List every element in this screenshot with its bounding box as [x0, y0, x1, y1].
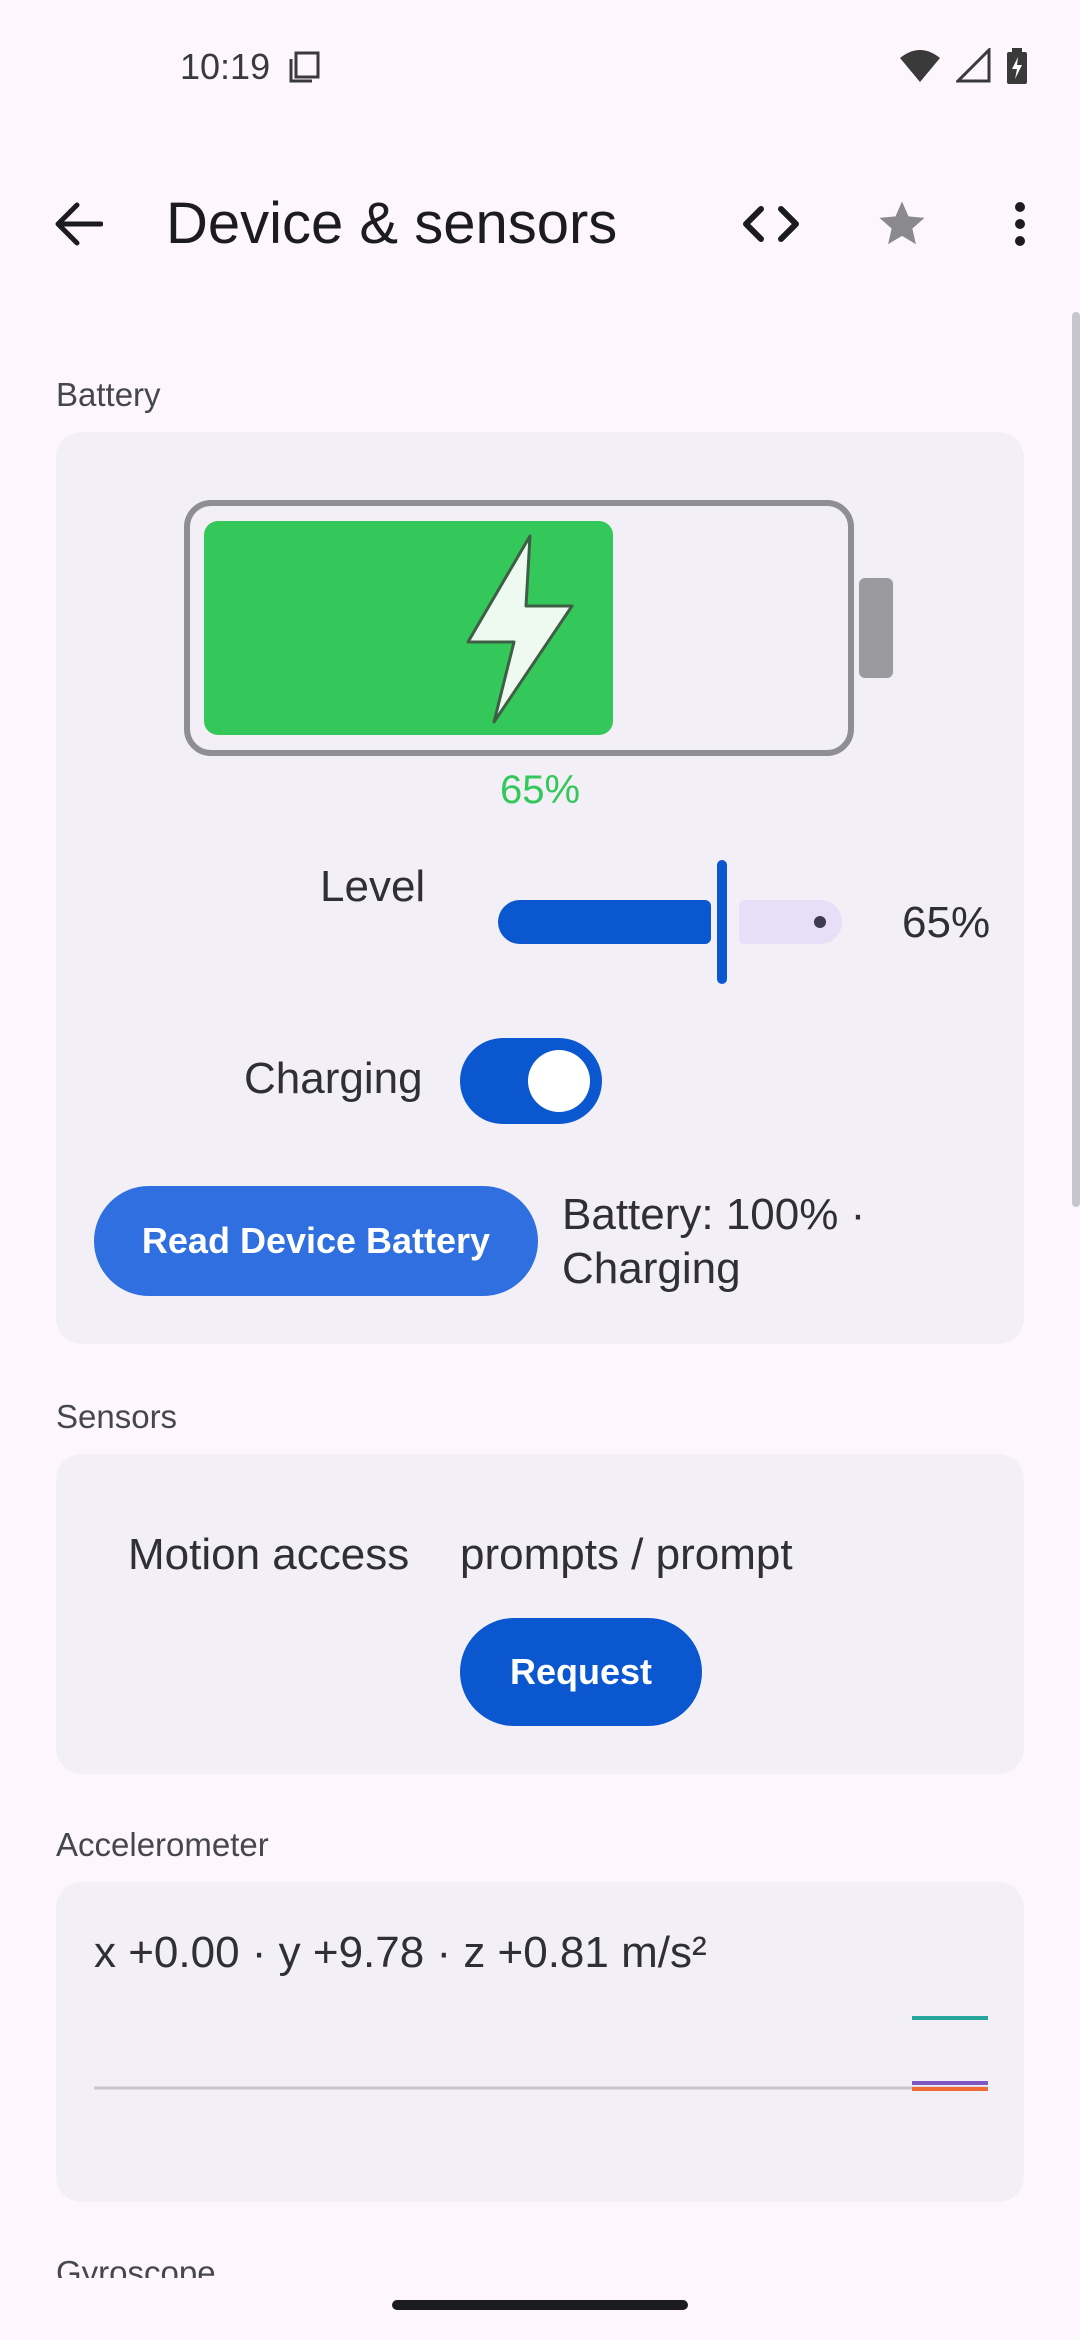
back-button[interactable] — [46, 196, 110, 252]
battery-charging-icon — [1007, 48, 1027, 84]
slider-thumb[interactable] — [717, 860, 727, 984]
favorite-button[interactable] — [870, 194, 934, 254]
arrow-back-icon — [55, 202, 103, 246]
battery-graphic-percent: 65% — [500, 768, 581, 812]
star-icon — [879, 201, 925, 245]
wifi-icon — [900, 50, 940, 82]
charging-label: Charging — [244, 1054, 423, 1103]
slider-active-track — [498, 900, 711, 944]
motion-access-label: Motion access — [128, 1530, 410, 1579]
battery-section-label: Battery — [56, 376, 161, 413]
sensors-card — [56, 1454, 1024, 1774]
status-icons — [898, 48, 1028, 84]
request-button[interactable]: Request — [460, 1618, 702, 1726]
toggle-knob — [528, 1050, 590, 1112]
gyroscope-section-clip: Gyroscope — [56, 2254, 456, 2278]
view-source-button[interactable] — [736, 194, 806, 254]
charging-toggle[interactable] — [460, 1038, 602, 1124]
accelerometer-section-label: Accelerometer — [56, 1826, 269, 1863]
page-title: Device & sensors — [166, 191, 618, 256]
sensors-section-label: Sensors — [56, 1398, 178, 1435]
screen-copy-icon — [289, 51, 320, 83]
cell-signal-icon — [956, 48, 991, 83]
accelerometer-reading: x +0.00 · y +9.78 · z +0.81 m/s² — [94, 1928, 707, 1977]
battery-graphic — [184, 500, 893, 756]
home-indicator[interactable] — [392, 2300, 688, 2310]
scrollbar[interactable] — [1072, 312, 1080, 1207]
status-time: 10:19 — [180, 46, 322, 88]
code-icon — [743, 206, 799, 242]
slider-inactive-track — [739, 900, 842, 944]
gyroscope-section-label: Gyroscope — [56, 2254, 216, 2278]
read-device-battery-button[interactable]: Read Device Battery — [94, 1186, 538, 1296]
level-value: 65% — [902, 898, 991, 947]
more-options-button[interactable] — [1000, 194, 1040, 254]
battery-status-text: Battery: 100% · Charging — [562, 1190, 866, 1293]
slider-stop-dot — [814, 916, 826, 928]
more-vert-icon — [1015, 202, 1025, 246]
level-slider[interactable] — [496, 860, 842, 984]
accelerometer-graph — [94, 2016, 988, 2091]
motion-access-value: prompts / prompt — [460, 1530, 793, 1579]
level-label: Level — [320, 862, 426, 911]
